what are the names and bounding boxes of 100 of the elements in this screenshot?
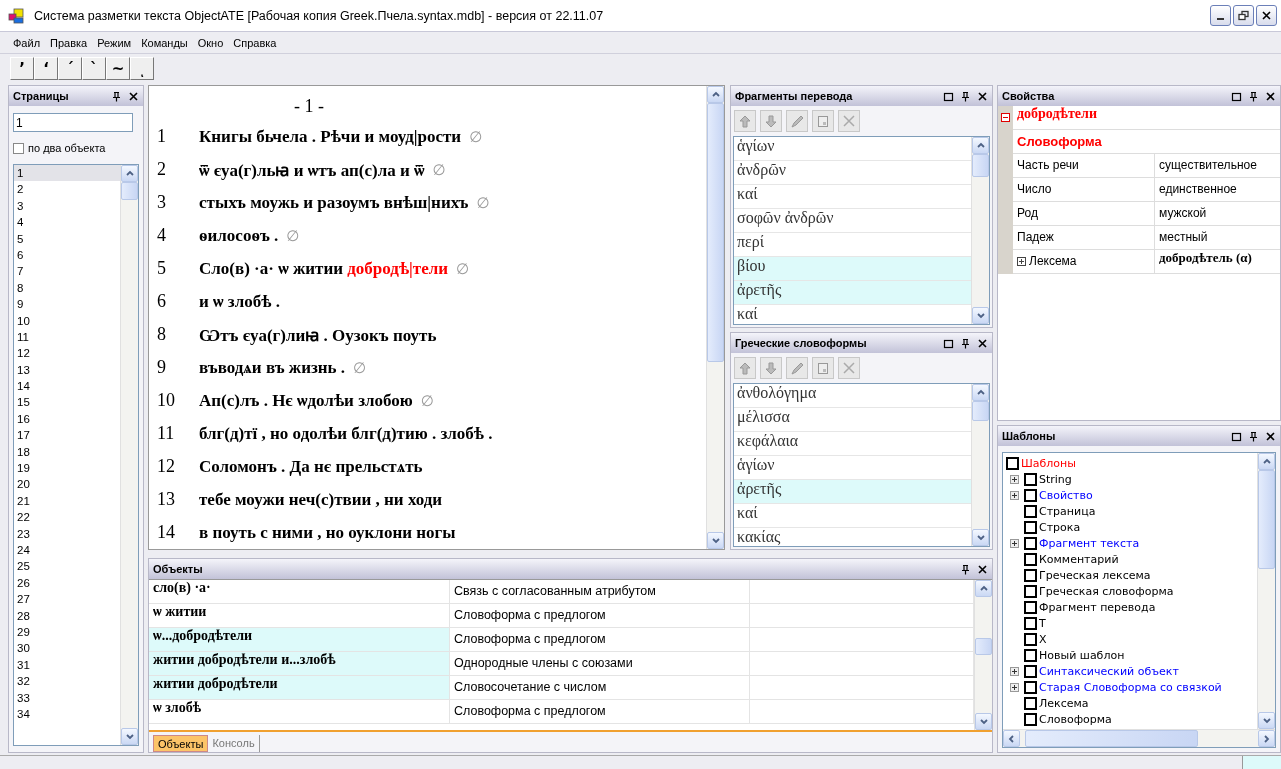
collapse-icon[interactable] [1001,113,1010,122]
list-item[interactable]: 7 [14,263,120,280]
list-item[interactable]: 22 [14,509,120,526]
scroll-up-button[interactable] [975,580,992,597]
scroll-down-button[interactable] [972,529,989,546]
checkbox[interactable] [1006,456,1019,470]
maximize-button[interactable] [1233,5,1254,26]
close-icon[interactable] [977,563,988,575]
tree-item[interactable]: Свойство [1006,487,1257,503]
list-item[interactable]: 26 [14,574,120,592]
expand-icon[interactable] [1010,682,1019,692]
checkbox[interactable] [1024,712,1037,726]
list-item[interactable]: ἀρετῆς [734,281,971,305]
checkbox[interactable] [1024,600,1037,614]
tree-item[interactable]: Шаблоны [1006,455,1257,471]
checkbox[interactable] [1024,616,1037,630]
list-item[interactable]: 1 [14,165,120,182]
tree-item[interactable]: Новый шаблон [1006,647,1257,663]
pin-icon[interactable] [960,337,971,349]
window-icon[interactable] [943,90,954,102]
page-field[interactable]: 1 [13,113,133,132]
list-item[interactable]: 13 [14,361,120,379]
list-item[interactable]: μέλισσα [734,408,971,432]
scroll-thumb[interactable] [707,103,724,363]
list-item[interactable]: 34 [14,705,120,723]
scrollbar[interactable] [706,86,724,549]
scrollbar[interactable] [1003,729,1275,747]
tree-item[interactable]: Х [1006,631,1257,647]
list-item[interactable]: 14 [14,378,120,395]
expand-icon[interactable] [1017,257,1026,266]
scroll-thumb[interactable] [121,182,138,201]
window-icon[interactable] [943,337,954,349]
checkbox[interactable] [1024,536,1037,550]
scroll-thumb[interactable] [972,154,989,178]
menu-item[interactable]: Правка [45,36,93,49]
pin-icon[interactable] [1248,430,1259,442]
checkbox[interactable] [1024,696,1037,710]
scroll-down-button[interactable] [1258,712,1275,729]
list-item[interactable]: ἁγίων [734,137,971,161]
pin-icon[interactable] [111,90,122,102]
list-item[interactable]: καί [734,185,971,209]
diacritic-button[interactable]: ~ [106,57,130,80]
checkbox[interactable] [1024,664,1037,678]
checkbox[interactable] [1024,520,1037,534]
list-item[interactable]: 20 [14,476,120,493]
tree-item[interactable]: Греческая словоформа [1006,583,1257,599]
scroll-up-button[interactable] [972,384,989,401]
list-item[interactable]: 5 [14,230,120,247]
pin-icon[interactable] [1248,90,1259,102]
list-item[interactable]: 21 [14,492,120,510]
list-item[interactable]: 8 [14,279,120,297]
list-item[interactable]: 15 [14,394,120,411]
checkbox[interactable] [1024,472,1037,486]
tab[interactable]: Объекты [153,735,209,752]
scrollbar[interactable] [120,165,138,745]
scroll-down-button[interactable] [121,728,138,745]
pin-icon[interactable] [960,90,971,102]
list-item[interactable]: 27 [14,591,120,608]
menu-item[interactable]: Команды [136,36,193,49]
scrollbar[interactable] [971,384,989,546]
list-item[interactable]: καί [734,504,971,528]
tree-item[interactable]: Комментарий [1006,551,1257,567]
list-item[interactable]: 18 [14,443,120,461]
checkbox[interactable] [1024,680,1037,694]
minimize-button[interactable] [1210,5,1231,26]
close-icon[interactable] [1265,430,1276,442]
list-item[interactable]: 32 [14,673,120,690]
menu-item[interactable]: Файл [8,36,46,49]
tree-item[interactable]: Страница [1006,503,1257,519]
tree-item[interactable]: Фрагмент текста [1006,535,1257,551]
close-icon[interactable] [128,90,139,102]
list-item[interactable]: 12 [14,345,120,362]
list-item[interactable]: 6 [14,246,120,264]
checkbox[interactable] [1024,488,1037,502]
scroll-down-button[interactable] [975,713,992,730]
checkbox[interactable] [1024,552,1037,566]
checkbox[interactable] [1024,504,1037,518]
checkbox[interactable] [1024,632,1037,646]
close-button[interactable] [1256,5,1277,26]
list-item[interactable]: 16 [14,410,120,428]
scrollbar[interactable] [974,580,992,730]
list-item[interactable]: 9 [14,296,120,313]
checkbox[interactable] [1024,648,1037,662]
scroll-thumb[interactable] [972,401,989,421]
list-item[interactable]: ἀρετῆς [734,480,971,504]
scroll-up-button[interactable] [707,86,724,103]
scrollbar[interactable] [971,137,989,324]
list-item[interactable]: 30 [14,640,120,657]
tree-item[interactable]: String [1006,471,1257,487]
scroll-right-button[interactable] [1258,730,1275,747]
menu-item[interactable]: Справка [228,36,282,49]
checkbox[interactable] [1024,568,1037,582]
list-item[interactable]: 17 [14,427,120,444]
list-item[interactable]: 31 [14,656,120,674]
scroll-down-button[interactable] [707,532,724,549]
tree-item[interactable]: Синтаксический объект [1006,663,1257,679]
scroll-up-button[interactable] [1258,453,1275,470]
list-item[interactable]: 2 [14,181,120,198]
scroll-up-button[interactable] [972,137,989,154]
close-icon[interactable] [977,90,988,102]
